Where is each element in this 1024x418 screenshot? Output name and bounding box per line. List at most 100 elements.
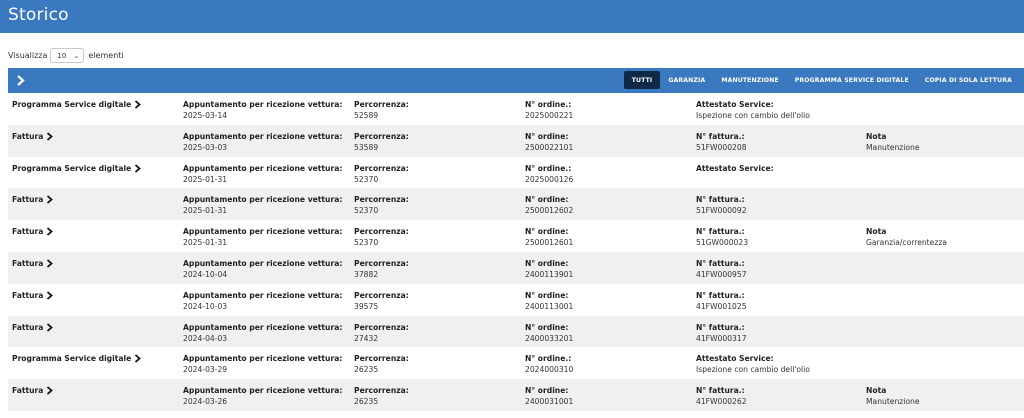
row-type-link[interactable]: Programma Service digitale xyxy=(12,163,142,174)
row-type-link[interactable]: Fattura xyxy=(12,322,54,333)
row-type-link[interactable]: Fattura xyxy=(12,258,54,269)
list-item: Fattura Appuntamento per ricezione vettur… xyxy=(8,379,1024,411)
appointment-value: 2025-03-03 xyxy=(183,142,228,152)
reference-value: Ispezione con cambio dell'olio xyxy=(696,111,810,120)
list-item: Fattura Appuntamento per ricezione vettur… xyxy=(8,284,1024,316)
mileage-value: 52370 xyxy=(354,174,379,184)
order-number-label: N° ordine: xyxy=(525,227,569,237)
chevron-right-icon xyxy=(47,227,54,236)
row-type-link[interactable]: Programma Service digitale xyxy=(12,353,142,364)
row-type-label: Programma Service digitale xyxy=(12,163,132,173)
order-number-label: N° ordine.: xyxy=(525,100,572,109)
mileage-label: Percorrenza: xyxy=(354,131,409,141)
order-number-value: 2025000221 xyxy=(525,111,574,120)
reference-value: Ispezione con cambio dell'olio xyxy=(696,365,810,375)
length-suffix: elementi xyxy=(88,51,124,60)
order-number-label: N° ordine: xyxy=(525,131,569,141)
order-number-value: 2400031001 xyxy=(525,397,574,407)
order-number-value: 2400113901 xyxy=(525,269,574,279)
row-type-label: Fattura xyxy=(12,258,44,268)
row-type-link[interactable]: Programma Service digitale xyxy=(12,99,142,110)
mileage-cell: Percorrenza: 37882 xyxy=(354,258,409,280)
mileage-value: 52370 xyxy=(354,238,379,248)
reference-value: 41FW000957 xyxy=(696,269,747,279)
order-number-cell: N° ordine.: 2024000310 xyxy=(525,353,573,375)
appointment-value: 2024-03-29 xyxy=(183,365,228,375)
page-title: Storico xyxy=(8,5,69,25)
filter-tab[interactable]: Garanzia xyxy=(660,71,713,89)
reference-label: N° fattura.: xyxy=(696,195,745,205)
row-type-label: Fattura xyxy=(12,290,44,300)
appointment-value: 2024-03-26 xyxy=(183,397,228,407)
mileage-cell: Percorrenza: 52589 xyxy=(354,99,409,121)
page-length-select[interactable]: 10 ⌄ xyxy=(50,48,85,63)
appointment-label: Appuntamento per ricezione vettura: xyxy=(183,354,343,364)
appointment-value: 2024-10-04 xyxy=(183,269,228,279)
mileage-value: 52370 xyxy=(354,206,379,216)
appointment-cell: Appuntamento per ricezione vettura: 2025-… xyxy=(183,226,342,248)
reference-cell: N° fattura.: 41FW000262 xyxy=(696,385,747,407)
chevron-right-icon xyxy=(16,74,25,86)
note-value: Garanzia/correntezza xyxy=(866,238,947,248)
row-type-link[interactable]: Fattura xyxy=(12,385,54,396)
order-number-label: N° ordine.: xyxy=(525,354,572,364)
expand-toggle-button[interactable] xyxy=(12,72,28,88)
chevron-down-icon: ⌄ xyxy=(73,51,80,60)
order-number-cell: N° ordine: 2400033201 xyxy=(525,322,573,344)
filter-tabs: Tutti Garanzia Manutenzione Programma Servi… xyxy=(623,71,1020,89)
appointment-label: Appuntamento per ricezione vettura: xyxy=(183,131,343,141)
note-value: Manutenzione xyxy=(866,142,920,152)
chevron-right-icon xyxy=(135,354,142,364)
mileage-label: Percorrenza: xyxy=(354,290,409,300)
chevron-right-icon xyxy=(135,100,142,109)
mileage-label: Percorrenza: xyxy=(354,100,409,109)
row-type-link[interactable]: Fattura xyxy=(12,290,54,301)
list-item: Fattura Appuntamento per ricezione vettur… xyxy=(8,315,1024,348)
mileage-cell: Percorrenza: 39575 xyxy=(354,290,409,312)
row-type-label: Fattura xyxy=(12,227,44,237)
row-type-link[interactable]: Fattura xyxy=(12,131,54,142)
filter-tab[interactable]: Programma Service Digitale xyxy=(787,71,917,89)
filter-tab[interactable]: Tutti xyxy=(623,71,661,89)
appointment-label: Appuntamento per ricezione vettura: xyxy=(183,386,343,396)
mileage-cell: Percorrenza: 26235 xyxy=(354,385,409,407)
mileage-value: 26235 xyxy=(354,365,379,375)
filter-tab[interactable]: Manutenzione xyxy=(713,71,786,89)
reference-label: N° fattura.: xyxy=(696,386,745,396)
appointment-label: Appuntamento per ricezione vettura: xyxy=(183,290,343,300)
length-prefix: Visualizza xyxy=(8,51,48,60)
order-number-value: 2500012602 xyxy=(525,206,574,216)
reference-cell: Attestato Service: Ispezione con cambio d… xyxy=(696,99,810,121)
list-item: Programma Service digitale Appuntamento p… xyxy=(8,93,1024,125)
appointment-cell: Appuntamento per ricezione vettura: 2024-… xyxy=(183,258,342,280)
appointment-value: 2025-03-14 xyxy=(183,111,228,120)
appointment-cell: Appuntamento per ricezione vettura: 2024-… xyxy=(183,353,342,375)
appointment-value: 2025-01-31 xyxy=(183,206,228,216)
list-item: Fattura Appuntamento per ricezione vettur… xyxy=(8,188,1024,221)
mileage-cell: Percorrenza: 52370 xyxy=(354,226,409,248)
page-header: Storico xyxy=(0,0,1024,33)
list-item: Programma Service digitale Appuntamento p… xyxy=(8,157,1024,189)
reference-value: 41FW000262 xyxy=(696,397,747,407)
order-number-cell: N° ordine: 2500012602 xyxy=(525,194,573,216)
appointment-cell: Appuntamento per ricezione vettura: 2025-… xyxy=(183,163,342,185)
reference-value: 41FW000317 xyxy=(696,333,747,343)
note-label: Nota xyxy=(866,131,887,141)
note-cell: Nota Manutenzione xyxy=(866,385,920,407)
mileage-label: Percorrenza: xyxy=(354,227,409,237)
reference-label: N° fattura.: xyxy=(696,322,745,332)
mileage-value: 53589 xyxy=(354,142,379,152)
chevron-right-icon xyxy=(47,291,54,300)
row-type-link[interactable]: Fattura xyxy=(12,226,54,237)
reference-label: N° fattura.: xyxy=(696,227,745,237)
mileage-cell: Percorrenza: 52370 xyxy=(354,163,409,185)
list-item: Fattura Appuntamento per ricezione vettur… xyxy=(8,251,1024,284)
reference-cell: N° fattura.: 41FW000317 xyxy=(696,322,747,344)
appointment-cell: Appuntamento per ricezione vettura: 2025-… xyxy=(183,99,342,121)
list-item: Fattura Appuntamento per ricezione vettur… xyxy=(8,124,1024,157)
order-number-label: N° ordine: xyxy=(525,290,569,300)
chevron-right-icon xyxy=(47,195,54,205)
history-list: Programma Service digitale Appuntamento p… xyxy=(8,93,1024,411)
row-type-link[interactable]: Fattura xyxy=(12,194,54,205)
filter-tab[interactable]: Copia di sola lettura xyxy=(917,71,1020,89)
